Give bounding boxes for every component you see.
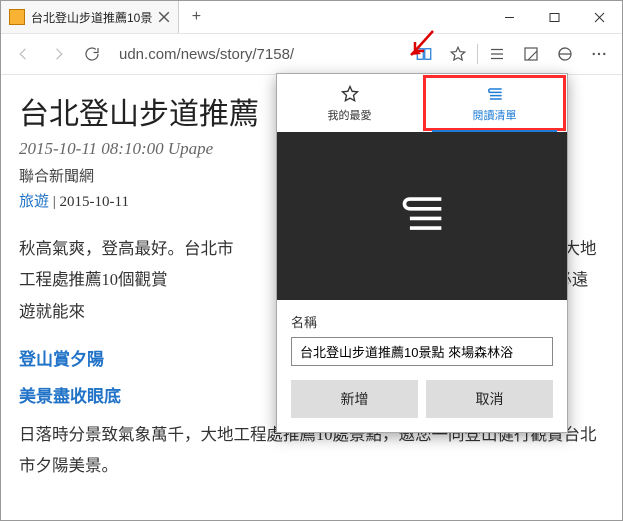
flyout-tabs: 我的最愛 閱讀清單: [277, 74, 567, 132]
tab-reading-list-label: 閱讀清單: [473, 107, 517, 123]
reading-view-button[interactable]: [407, 37, 441, 71]
share-button[interactable]: [548, 37, 582, 71]
maximize-button[interactable]: [532, 1, 577, 33]
minimize-button[interactable]: [487, 1, 532, 33]
add-favorite-flyout: 我的最愛 閱讀清單 名稱 新增 取消: [276, 73, 568, 433]
browser-tab[interactable]: 台北登山步道推薦10景: [1, 1, 179, 33]
category-link[interactable]: 旅遊: [19, 194, 49, 210]
more-button[interactable]: [582, 37, 616, 71]
reading-list-icon: [485, 84, 505, 104]
tab-reading-list[interactable]: 閱讀清單: [422, 74, 567, 132]
add-button[interactable]: 新增: [291, 380, 418, 418]
name-input[interactable]: [291, 337, 553, 366]
name-label: 名稱: [291, 312, 553, 331]
hub-button[interactable]: [480, 37, 514, 71]
refresh-button[interactable]: [75, 37, 109, 71]
tab-favorites[interactable]: 我的最愛: [277, 74, 422, 132]
reading-list-large-icon: [393, 187, 451, 245]
tab-favorites-label: 我的最愛: [328, 107, 372, 123]
favicon: [9, 9, 25, 25]
preview-panel: [277, 132, 567, 300]
toolbar: udn.com/news/story/7158/: [1, 34, 622, 75]
close-window-button[interactable]: [577, 1, 622, 33]
separator: [477, 44, 478, 64]
address-bar[interactable]: udn.com/news/story/7158/: [109, 46, 407, 63]
cancel-button[interactable]: 取消: [426, 380, 553, 418]
webnote-button[interactable]: [514, 37, 548, 71]
star-icon: [340, 84, 360, 104]
tab-title: 台北登山步道推薦10景: [31, 9, 152, 26]
close-tab-icon[interactable]: [158, 11, 170, 23]
forward-button[interactable]: [41, 37, 75, 71]
favorites-star-button[interactable]: [441, 37, 475, 71]
back-button[interactable]: [7, 37, 41, 71]
article-date: 2015-10-11: [60, 194, 129, 210]
flyout-body: 名稱 新增 取消: [277, 300, 567, 432]
titlebar: 台北登山步道推薦10景 +: [1, 1, 622, 34]
new-tab-button[interactable]: +: [179, 1, 213, 33]
